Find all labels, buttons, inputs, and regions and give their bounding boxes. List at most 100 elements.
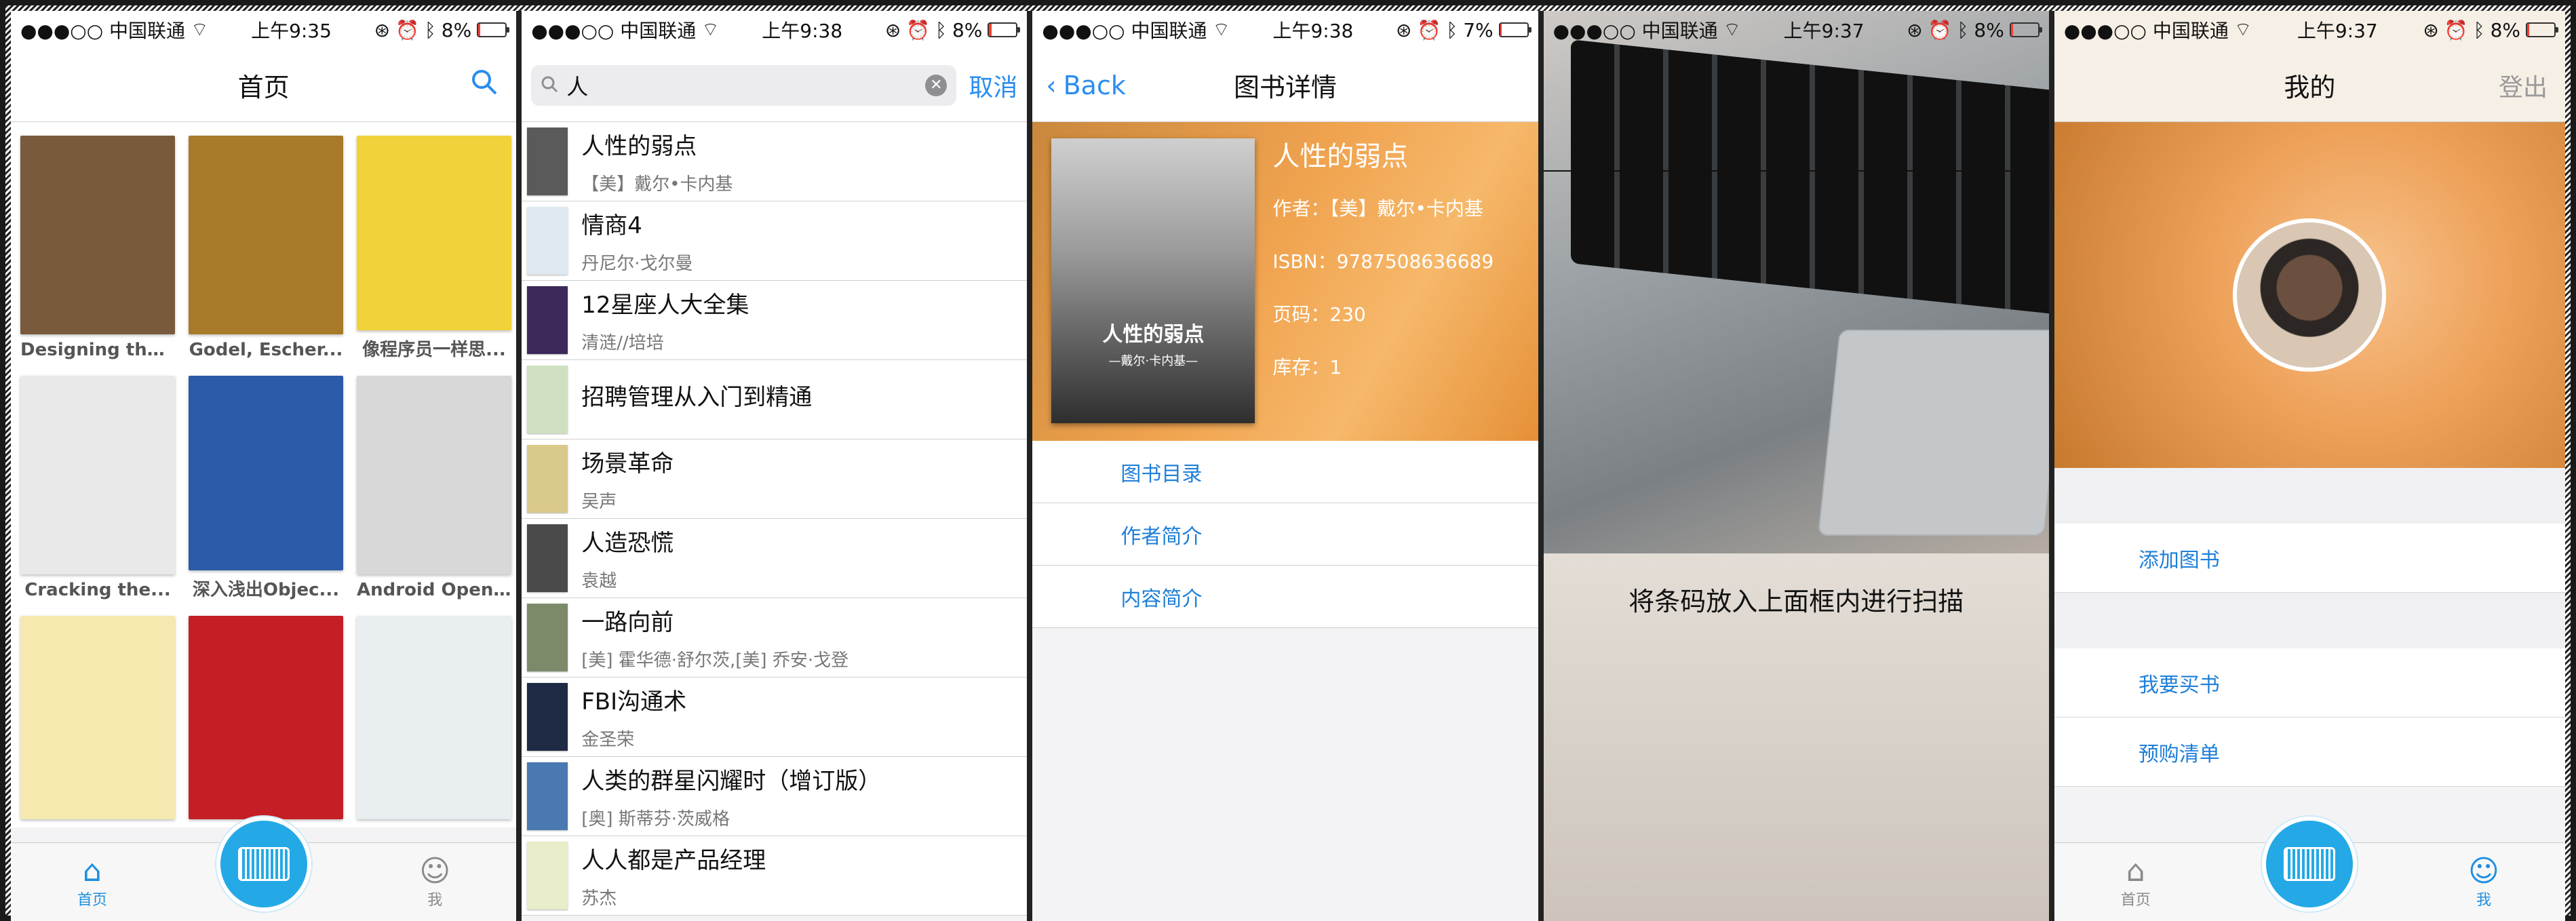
scan-button[interactable] — [2262, 817, 2358, 912]
result-title: 情商4 — [581, 212, 642, 239]
bluetooth-icon: ᛒ — [1446, 18, 1458, 41]
status-bar: ●●●○○ 中国联通 ⌔ 上午9:38 ⊛ ⏰ ᛒ 7% — [1032, 11, 1538, 49]
book-item[interactable] — [357, 616, 511, 840]
wifi-icon: ⌔ — [2233, 18, 2252, 41]
tab-home[interactable]: ⌂ 首页 — [2095, 855, 2177, 909]
bluetooth-icon: ᛒ — [2473, 18, 2485, 41]
screens: ●●●○○ 中国联通 ⌔ 上午9:35 ⊛ ⏰ ᛒ 8% 首页 Designing th… — [11, 11, 2565, 921]
wifi-icon: ⌔ — [191, 18, 209, 41]
scan-frame-top — [1543, 170, 2049, 172]
book-title: 像程序员一样思... — [362, 339, 506, 359]
book-cover — [20, 136, 175, 334]
battery-percent: 8% — [1974, 18, 2004, 41]
tab-home-label: 首页 — [77, 891, 107, 909]
tab-me-label: 我 — [427, 891, 443, 909]
result-row[interactable]: 情商4 丹尼尔·戈尔曼 — [522, 201, 1028, 281]
carrier-label: ●●●○○ 中国联通 — [531, 20, 697, 42]
menu-item-add-book[interactable]: 添加图书 — [2054, 524, 2565, 593]
result-text: FBI沟通术 金圣荣 — [581, 678, 686, 756]
back-button[interactable]: ‹ Back — [1046, 71, 1125, 100]
result-row[interactable]: 人性的弱点 【美】戴尔•卡内基 — [522, 122, 1028, 201]
result-author: [美] 霍华德·舒尔茨,[美] 乔安·戈登 — [581, 650, 849, 671]
result-title: 人类的群星闪耀时（增订版） — [581, 768, 882, 795]
nav-bar: ‹ Back 图书详情 — [1032, 49, 1538, 122]
lock-rotation-icon: ⊛ — [884, 18, 901, 41]
result-author: 袁越 — [581, 571, 617, 591]
book-cover — [20, 616, 175, 819]
result-text: 人人都是产品经理 苏杰 — [581, 836, 766, 915]
book-item[interactable]: 深入浅出Objec... — [189, 376, 343, 600]
book-item[interactable]: Cracking the... — [20, 376, 175, 600]
book-item[interactable]: 像程序员一样思... — [357, 136, 511, 359]
status-bar: ●●●○○ 中国联通 ⌔ 上午9:35 ⊛ ⏰ ᛒ 8% — [11, 11, 517, 49]
trackpad-photo — [1817, 330, 2049, 536]
result-title: 人造恐慌 — [581, 530, 674, 557]
result-row[interactable]: 12星座人大全集 清涟//培培 — [522, 281, 1028, 360]
result-text: 一路向前 [美] 霍华德·舒尔茨,[美] 乔安·戈登 — [581, 598, 848, 677]
result-thumbnail — [527, 286, 568, 354]
book-cover — [357, 616, 511, 819]
scanner-screen: ●●●○○ 中国联通 ⌔ 上午9:37 ⊛ ⏰ ᛒ 8% ✘ 将条码放入上面框内进行扫描 — [1543, 11, 2054, 921]
result-row[interactable]: FBI沟通术 金圣荣 — [522, 678, 1028, 757]
carrier-label: ●●●○○ 中国联通 — [1042, 20, 1207, 42]
book-title: Designing the... — [20, 339, 175, 359]
result-thumbnail — [527, 683, 568, 751]
status-bar: ●●●○○ 中国联通 ⌔ 上午9:37 ⊛ ⏰ ᛒ 8% — [2054, 11, 2565, 49]
back-label: Back — [1063, 70, 1126, 100]
carrier-label: ●●●○○ 中国联通 — [1553, 20, 1718, 42]
avatar[interactable] — [2233, 218, 2387, 372]
book-cover — [357, 376, 511, 574]
bluetooth-icon: ᛒ — [935, 18, 947, 41]
home-icon: ⌂ — [2126, 853, 2145, 888]
result-row[interactable]: 场景革命 吴声 — [522, 439, 1028, 519]
book-item[interactable]: Android Open... — [357, 376, 511, 600]
home-screen: ●●●○○ 中国联通 ⌔ 上午9:35 ⊛ ⏰ ᛒ 8% 首页 Designing th… — [11, 11, 522, 921]
result-row[interactable]: 人类的群星闪耀时（增订版） [奥] 斯蒂芬·茨威格 — [522, 757, 1028, 836]
scan-hint: 将条码放入上面框内进行扫描 — [1628, 587, 1964, 616]
alarm-icon: ⏰ — [395, 18, 419, 41]
book-item[interactable]: Designing the... — [20, 136, 175, 359]
result-text: 12星座人大全集 清涟//培培 — [581, 281, 749, 359]
result-author: [奥] 斯蒂芬·茨威格 — [581, 809, 730, 829]
logout-button[interactable]: 登出 — [2499, 68, 2548, 103]
search-input[interactable]: 人 ✕ — [531, 64, 957, 106]
status-bar: ●●●○○ 中国联通 ⌔ 上午9:37 ⊛ ⏰ ᛒ 8% — [1544, 11, 2049, 49]
tab-me[interactable]: ☺ 我 — [2443, 855, 2524, 909]
search-icon[interactable] — [470, 68, 499, 102]
clear-icon[interactable]: ✕ — [925, 74, 948, 96]
cancel-button[interactable]: 取消 — [969, 68, 1017, 103]
tab-home[interactable]: ⌂ 首页 — [52, 855, 133, 909]
tab-me[interactable]: ☺ 我 — [394, 855, 475, 909]
menu-item-summary[interactable]: 内容简介 — [1032, 566, 1538, 628]
book-item[interactable] — [20, 616, 175, 840]
menu-item-buy-book[interactable]: 我要买书 — [2054, 648, 2565, 718]
bluetooth-icon: ᛒ — [1957, 18, 1969, 41]
wifi-icon: ⌔ — [701, 18, 720, 41]
clock: 上午9:37 — [1783, 20, 1865, 42]
result-title: FBI沟通术 — [581, 688, 687, 716]
book-item[interactable]: Godel, Escher... — [189, 136, 343, 359]
lock-rotation-icon: ⊛ — [2423, 18, 2439, 41]
book-item[interactable] — [189, 616, 343, 840]
scan-button[interactable] — [216, 817, 311, 912]
section-gap — [2054, 593, 2565, 648]
menu-item-preorder-list[interactable]: 预购清单 — [2054, 718, 2565, 787]
result-row[interactable]: 人人都是产品经理 苏杰 — [522, 836, 1028, 916]
result-row[interactable]: 一路向前 [美] 霍华德·舒尔茨,[美] 乔安·戈登 — [522, 598, 1028, 678]
result-author: 清涟//培培 — [581, 333, 664, 353]
battery-percent: 8% — [2490, 18, 2520, 41]
menu-item-toc[interactable]: 图书目录 — [1032, 441, 1538, 503]
result-row[interactable]: 人造恐慌 袁越 — [522, 519, 1028, 598]
person-icon: ☺ — [2468, 853, 2499, 888]
book-cover — [357, 136, 511, 330]
book-author: 作者：【美】戴尔•卡内基 — [1272, 197, 1483, 220]
cover-title: 人性的弱点 — [1102, 323, 1205, 347]
result-text: 场景革命 吴声 — [581, 439, 674, 518]
menu-item-author[interactable]: 作者简介 — [1032, 503, 1538, 566]
result-row[interactable]: 招聘管理从入门到精通 — [522, 360, 1028, 439]
close-icon[interactable]: ✘ — [1981, 79, 2008, 117]
alarm-icon: ⏰ — [1928, 18, 1952, 41]
book-cover: 人性的弱点 —戴尔·卡内基— — [1051, 138, 1255, 423]
person-icon: ☺ — [419, 853, 451, 888]
result-thumbnail — [527, 207, 568, 275]
